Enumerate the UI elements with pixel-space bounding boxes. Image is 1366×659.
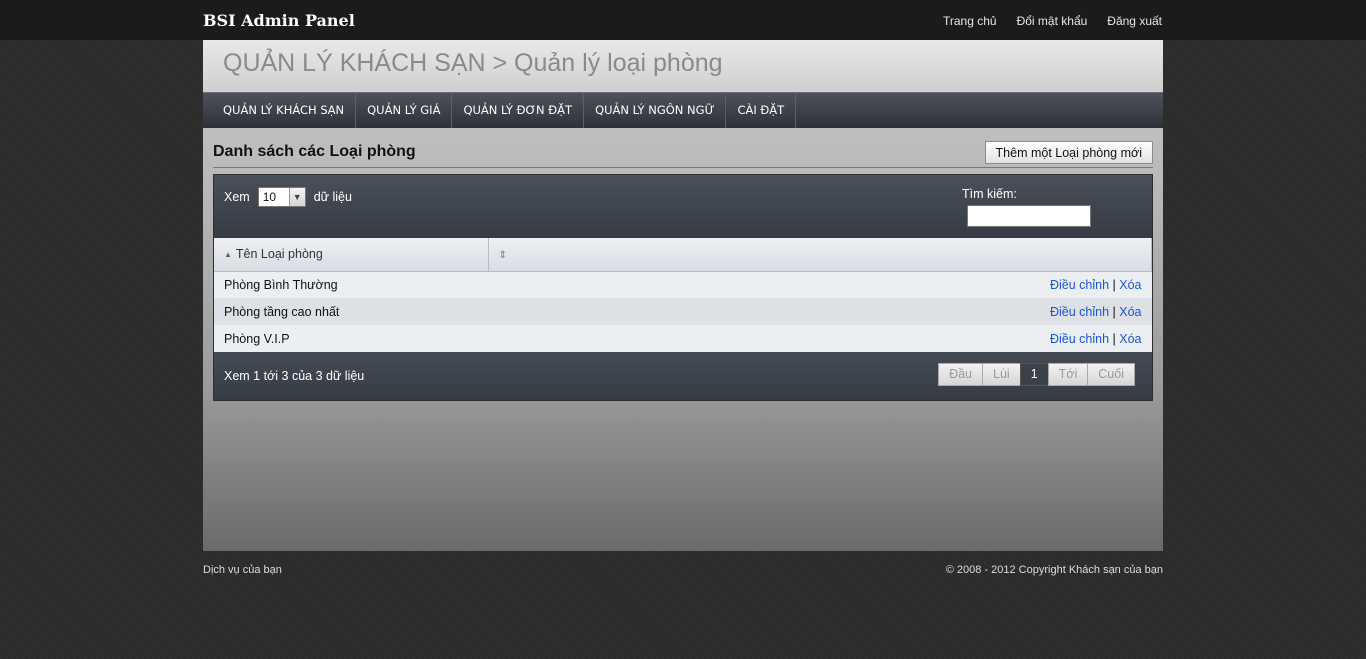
nav-item-settings[interactable]: CÀI ĐẶT	[726, 93, 797, 128]
nav-item-orders[interactable]: QUẢN LÝ ĐƠN ĐẶT	[452, 93, 585, 128]
length-label-before: Xem	[224, 190, 250, 204]
data-table-wrapper: Xem 10 ▼ dữ liệu Tìm kiếm: ▲ Tên Loại phò…	[213, 174, 1153, 401]
sort-both-icon: ⇕	[498, 250, 507, 262]
page-length-value: 10	[262, 190, 277, 204]
room-type-name: Phòng Bình Thường	[224, 277, 338, 292]
length-label-after: dữ liệu	[313, 190, 352, 204]
pager-next-button[interactable]: Tới	[1047, 363, 1089, 386]
room-type-name: Phòng V.I.P	[224, 331, 290, 346]
table-row: Phòng Bình Thường Điều chỉnh | Xóa	[214, 271, 1152, 298]
page-length-control: Xem 10 ▼ dữ liệu	[224, 187, 352, 207]
footer-copyright: © 2008 - 2012 Copyright Khách sạn của bạ…	[945, 564, 1163, 576]
column-header-name[interactable]: ▲ Tên Loại phòng	[214, 238, 489, 272]
row-actions: Điều chỉnh | Xóa	[488, 325, 1152, 352]
row-actions: Điều chỉnh | Xóa	[488, 298, 1152, 325]
delete-link[interactable]: Xóa	[1119, 332, 1141, 346]
delete-link[interactable]: Xóa	[1119, 305, 1141, 319]
search-label: Tìm kiếm:	[962, 187, 1017, 201]
column-header-name-label: Tên Loại phòng	[235, 247, 323, 262]
room-type-table: ▲ Tên Loại phòng ⇕ Phòng Bình Thường Điều…	[214, 238, 1152, 352]
nav-item-hotel[interactable]: QUẢN LÝ KHÁCH SẠN	[203, 93, 357, 128]
pager-first-button[interactable]: Đầu	[938, 363, 984, 386]
logout-link[interactable]: Đăng xuất	[1107, 14, 1162, 28]
nav-item-price[interactable]: QUẢN LÝ GIÁ	[356, 93, 453, 128]
change-password-link[interactable]: Đổi mật khẩu	[1017, 14, 1088, 28]
brand-title: BSI Admin Panel	[203, 11, 355, 30]
pagination: Đầu Lùi 1 Tới Cuối	[938, 363, 1135, 386]
edit-link[interactable]: Điều chỉnh	[1050, 278, 1109, 292]
table-info: Xem 1 tới 3 của 3 dữ liệu	[224, 369, 365, 383]
chevron-down-icon: ▼	[288, 188, 305, 206]
table-row: Phòng tầng cao nhất Điều chỉnh | Xóa	[214, 298, 1152, 325]
table-footer: Xem 1 tới 3 của 3 dữ liệu Đầu Lùi 1 Tới …	[214, 352, 1152, 400]
top-links: Trang chủ Đổi mật khẩu Đăng xuất	[943, 14, 1162, 28]
edit-link[interactable]: Điều chỉnh	[1050, 305, 1109, 319]
room-type-name: Phòng tầng cao nhất	[224, 304, 340, 319]
pager-current-page[interactable]: 1	[1019, 363, 1049, 386]
page-length-select[interactable]: 10 ▼	[257, 187, 306, 207]
column-header-actions[interactable]: ⇕	[488, 238, 1152, 272]
page-title: QUẢN LÝ KHÁCH SẠN > Quản lý loại phòng	[223, 49, 723, 77]
home-link[interactable]: Trang chủ	[943, 14, 997, 28]
footer-left-text: Dịch vụ của bạn	[203, 564, 282, 576]
nav-item-language[interactable]: QUẢN LÝ NGÔN NGỮ	[584, 93, 727, 128]
action-separator: |	[1112, 304, 1116, 319]
top-bar: BSI Admin Panel Trang chủ Đổi mật khẩu Đ…	[0, 0, 1366, 40]
sort-asc-icon: ▲	[224, 250, 232, 260]
table-row: Phòng V.I.P Điều chỉnh | Xóa	[214, 325, 1152, 352]
row-actions: Điều chỉnh | Xóa	[488, 271, 1152, 298]
action-separator: |	[1112, 277, 1116, 292]
search-input[interactable]	[967, 205, 1091, 227]
delete-link[interactable]: Xóa	[1119, 278, 1141, 292]
section-title: Danh sách các Loại phòng	[213, 143, 416, 160]
add-room-type-button[interactable]: Thêm một Loại phòng mới	[984, 141, 1153, 164]
pager-last-button[interactable]: Cuối	[1087, 363, 1135, 386]
pager-prev-button[interactable]: Lùi	[982, 363, 1021, 386]
page-header: QUẢN LÝ KHÁCH SẠN > Quản lý loại phòng	[203, 40, 1163, 92]
main-nav: QUẢN LÝ KHÁCH SẠN QUẢN LÝ GIÁ QUẢN LÝ ĐƠ…	[203, 92, 1163, 128]
main-container: QUẢN LÝ KHÁCH SẠN > Quản lý loại phòng Q…	[203, 40, 1163, 551]
table-tools: Xem 10 ▼ dữ liệu Tìm kiếm:	[214, 175, 1152, 238]
action-separator: |	[1112, 331, 1116, 346]
edit-link[interactable]: Điều chỉnh	[1050, 332, 1109, 346]
section-header: Danh sách các Loại phòng Thêm một Loại p…	[213, 140, 1153, 168]
